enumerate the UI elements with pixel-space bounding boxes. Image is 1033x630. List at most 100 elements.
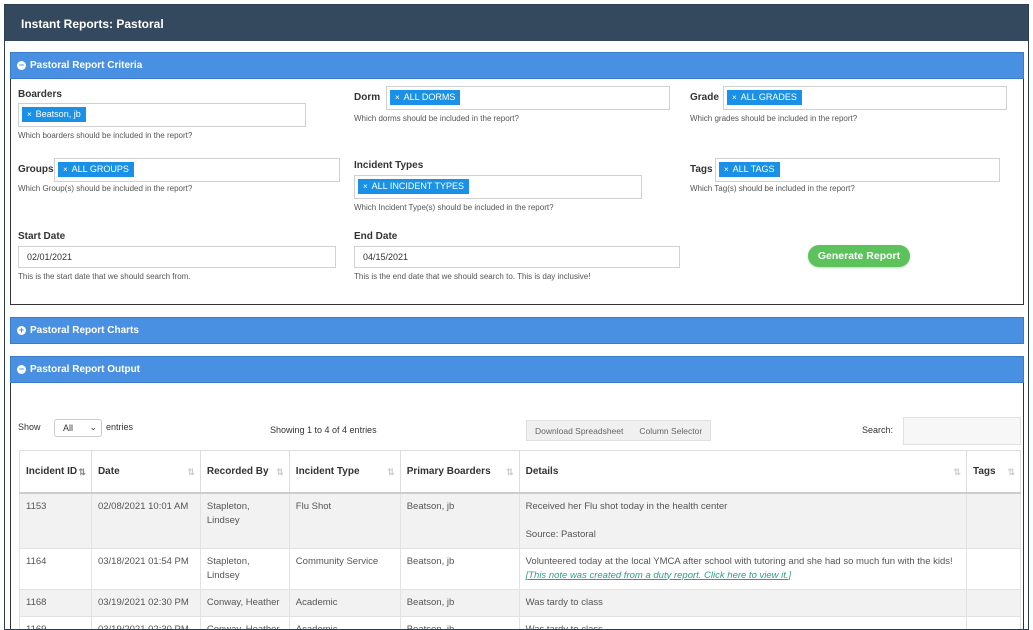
remove-chip-icon[interactable]: × xyxy=(732,93,737,102)
cell-recorded-by: Stapleton, Lindsey xyxy=(199,492,290,549)
grade-select[interactable]: × ALL GRADES xyxy=(723,86,1007,110)
show-entries-select[interactable]: All ⌄ xyxy=(54,419,102,437)
tags-hint: Which Tag(s) should be included in the r… xyxy=(690,184,855,193)
column-header-label: Details xyxy=(525,465,559,477)
column-header-incident-type[interactable]: Incident Type ⇅ xyxy=(288,450,401,494)
search-input[interactable] xyxy=(903,417,1021,445)
cell-tags xyxy=(965,547,1022,590)
cell-date: 03/19/2021 02:30 PM xyxy=(90,588,201,617)
column-header-details[interactable]: Details ⇅ xyxy=(518,450,967,494)
charts-panel-header[interactable]: + Pastoral Report Charts xyxy=(10,317,1024,344)
cell-details: Volunteered today at the local YMCA afte… xyxy=(518,547,967,590)
column-header-label: Date xyxy=(97,465,120,477)
minus-circle-icon: − xyxy=(17,60,26,70)
boarders-select[interactable]: × Beatson, jb xyxy=(18,103,306,127)
column-header-primary-boarders[interactable]: Primary Boarders ⇅ xyxy=(399,450,520,494)
cell-recorded-by: Conway, Heather xyxy=(199,615,290,629)
cell-tags xyxy=(965,588,1022,617)
duty-report-link[interactable]: [This note was created from a duty repor… xyxy=(526,570,792,581)
boarders-chip[interactable]: × Beatson, jb xyxy=(22,107,86,122)
dorm-select[interactable]: × ALL DORMS xyxy=(386,86,670,110)
cell-primary-boarders: Beatson, jb xyxy=(399,547,520,590)
cell-incident-id: 1169 xyxy=(19,615,92,629)
sort-icon: ⇅ xyxy=(1007,467,1015,477)
column-selector-button[interactable]: Column Selector xyxy=(631,421,710,440)
output-panel-header[interactable]: − Pastoral Report Output xyxy=(10,356,1024,383)
sort-icon: ⇅ xyxy=(387,467,395,477)
table-row: 1168 03/19/2021 02:30 PM Conway, Heather… xyxy=(19,588,1022,617)
groups-label: Groups xyxy=(18,164,54,175)
cell-incident-type: Academic xyxy=(288,615,401,629)
end-date-input[interactable]: 04/15/2021 xyxy=(354,246,680,268)
report-window: Instant Reports: Pastoral − Pastoral Rep… xyxy=(4,4,1029,630)
showing-info: Showing 1 to 4 of 4 entries xyxy=(270,425,377,435)
column-header-tags[interactable]: Tags ⇅ xyxy=(965,450,1022,494)
column-header-recorded-by[interactable]: Recorded By ⇅ xyxy=(199,450,290,494)
groups-chip[interactable]: × ALL GROUPS xyxy=(58,162,134,177)
criteria-panel: Boarders × Beatson, jb Which boarders sho… xyxy=(10,79,1024,305)
output-header-label: Pastoral Report Output xyxy=(30,364,141,375)
column-header-label: Recorded By xyxy=(206,465,269,477)
incident-types-chip-label: ALL INCIDENT TYPES xyxy=(371,181,465,191)
column-header-incident-id[interactable]: Incident ID ⇅ xyxy=(19,450,92,494)
cell-recorded-by: Conway, Heather xyxy=(199,588,290,617)
cell-incident-type: Community Service xyxy=(288,547,401,590)
incident-types-chip[interactable]: × ALL INCIDENT TYPES xyxy=(358,179,470,194)
column-header-label: Incident Type xyxy=(295,465,360,477)
grade-chip[interactable]: × ALL GRADES xyxy=(727,90,802,105)
plus-circle-icon: + xyxy=(17,325,26,335)
cell-incident-id: 1153 xyxy=(19,492,92,549)
show-label: Show xyxy=(18,422,41,432)
criteria-panel-header[interactable]: − Pastoral Report Criteria xyxy=(10,52,1024,79)
column-header-label: Primary Boarders xyxy=(406,465,491,477)
details-text: Volunteered today at the local YMCA afte… xyxy=(525,555,953,567)
cell-incident-id: 1168 xyxy=(19,588,92,617)
column-header-label: Incident ID xyxy=(26,465,78,477)
cell-details: Received her Flu shot today in the healt… xyxy=(518,492,967,549)
cell-date: 02/08/2021 10:01 AM xyxy=(90,492,201,549)
table-tools: Download Spreadsheet Column Selector xyxy=(526,420,712,441)
dorm-hint: Which dorms should be included in the re… xyxy=(354,114,519,123)
start-date-label: Start Date xyxy=(18,231,66,242)
incidents-table: Incident ID ⇅ Date ⇅ Recorded By ⇅ Incident… xyxy=(19,450,1022,629)
remove-chip-icon[interactable]: × xyxy=(27,110,32,119)
boarders-hint: Which boarders should be included in the… xyxy=(18,131,193,140)
minus-circle-icon: − xyxy=(17,364,26,374)
cell-details: Was tardy to class xyxy=(518,588,967,617)
download-spreadsheet-button[interactable]: Download Spreadsheet xyxy=(527,421,631,440)
table-header-row: Incident ID ⇅ Date ⇅ Recorded By ⇅ Incident… xyxy=(19,450,1022,494)
grade-label: Grade xyxy=(690,92,719,103)
incident-types-select[interactable]: × ALL INCIDENT TYPES xyxy=(354,175,642,199)
dorm-chip[interactable]: × ALL DORMS xyxy=(390,90,461,105)
remove-chip-icon[interactable]: × xyxy=(363,182,368,191)
sort-icon: ⇅ xyxy=(506,467,514,477)
search-label: Search: xyxy=(862,425,894,435)
generate-report-button[interactable]: Generate Report xyxy=(808,245,910,267)
remove-chip-icon[interactable]: × xyxy=(724,165,729,174)
boarders-label: Boarders xyxy=(18,89,62,100)
end-date-label: End Date xyxy=(354,231,398,242)
remove-chip-icon[interactable]: × xyxy=(63,165,68,174)
details-source: Source: Pastoral xyxy=(525,528,596,540)
dorm-label: Dorm xyxy=(354,92,381,103)
tags-chip[interactable]: × ALL TAGS xyxy=(719,162,780,177)
output-panel: Show All ⌄ entries Showing 1 to 4 of 4 e… xyxy=(10,383,1024,629)
groups-hint: Which Group(s) should be included in the… xyxy=(18,184,193,193)
dorm-chip-label: ALL DORMS xyxy=(403,92,456,102)
sort-icon: ⇅ xyxy=(953,467,961,477)
tags-select[interactable]: × ALL TAGS xyxy=(715,158,1000,182)
end-date-hint: This is the end date that we should sear… xyxy=(354,272,591,281)
cell-incident-type: Academic xyxy=(288,588,401,617)
groups-select[interactable]: × ALL GROUPS xyxy=(54,158,340,182)
cell-date: 03/18/2021 01:54 PM xyxy=(90,547,201,590)
entries-label: entries xyxy=(106,422,134,432)
cell-tags xyxy=(965,615,1022,629)
start-date-input[interactable]: 02/01/2021 xyxy=(18,246,336,268)
table-row: 1169 03/19/2021 02:30 PM Conway, Heather… xyxy=(19,615,1022,629)
column-header-date[interactable]: Date ⇅ xyxy=(90,450,201,494)
page-title: Instant Reports: Pastoral xyxy=(5,5,1028,41)
cell-primary-boarders: Beatson, jb xyxy=(399,588,520,617)
tags-label: Tags xyxy=(690,164,713,175)
cell-tags xyxy=(965,492,1022,549)
remove-chip-icon[interactable]: × xyxy=(395,93,400,102)
